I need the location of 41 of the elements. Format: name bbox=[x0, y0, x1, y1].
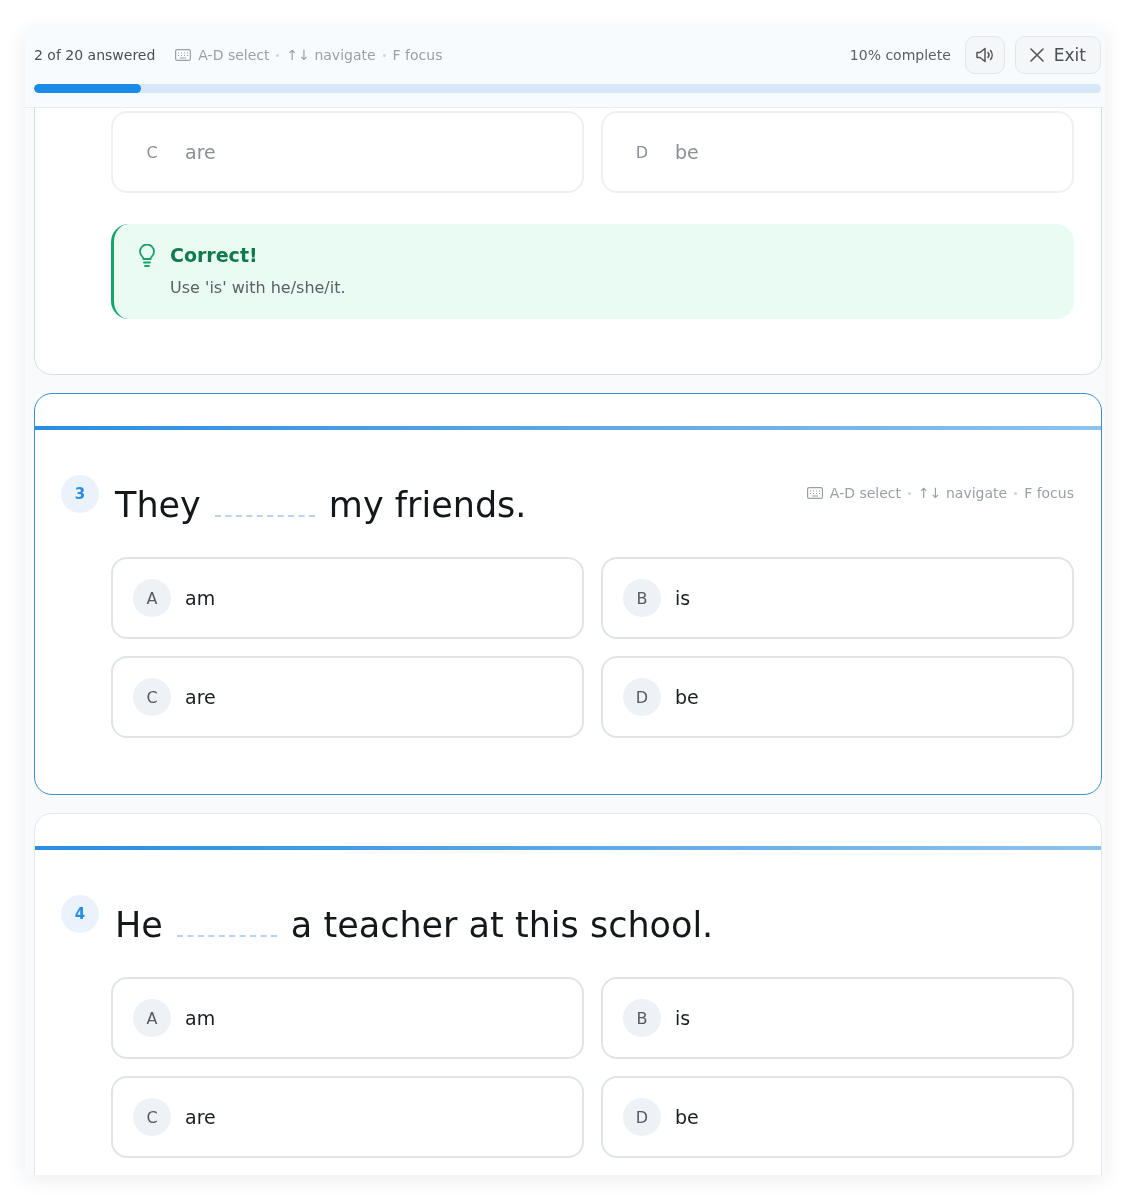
answer-option[interactable]: D be bbox=[601, 656, 1074, 738]
shortcut-hint: ↑↓ navigate bbox=[286, 47, 376, 63]
question-number: 4 bbox=[61, 895, 99, 933]
speaker-icon bbox=[974, 46, 995, 64]
keyboard-icon bbox=[175, 49, 192, 61]
question-text: my friends. bbox=[328, 485, 527, 525]
answer-option[interactable]: A am bbox=[111, 977, 584, 1059]
answer-option[interactable]: C are bbox=[111, 1076, 584, 1158]
question-text: He bbox=[115, 905, 163, 945]
option-letter: C bbox=[133, 1098, 171, 1136]
option-letter: B bbox=[623, 579, 661, 617]
answer-option[interactable]: D be bbox=[601, 1076, 1074, 1158]
shortcut-hint: A-D select bbox=[198, 47, 270, 63]
shortcut-hint: F focus bbox=[1024, 485, 1074, 501]
answered-count: 2 of 20 answered bbox=[34, 47, 156, 63]
option-letter: C bbox=[145, 141, 159, 164]
option-letter: D bbox=[634, 141, 650, 164]
feedback-title: Correct! bbox=[170, 244, 259, 266]
question-text: They bbox=[115, 485, 201, 525]
shortcut-hint: A-D select bbox=[829, 485, 901, 501]
answer-option[interactable]: C are bbox=[111, 656, 584, 738]
answer-option[interactable]: B is bbox=[601, 557, 1074, 639]
answer-option[interactable]: A am bbox=[111, 557, 584, 639]
question-text: a teacher at this school. bbox=[290, 905, 714, 945]
option-letter: D bbox=[623, 678, 661, 716]
option-letter: A bbox=[133, 579, 171, 617]
question-number: 3 bbox=[61, 475, 99, 513]
option-letter: A bbox=[133, 999, 171, 1037]
answer-option[interactable]: B is bbox=[601, 977, 1074, 1059]
feedback-text: Use 'is' with he/she/it. bbox=[170, 278, 346, 297]
shortcut-hint: F focus bbox=[392, 47, 443, 63]
close-icon bbox=[1029, 48, 1044, 62]
option-letter: D bbox=[623, 1098, 661, 1136]
exit-button[interactable]: Exit bbox=[1014, 36, 1101, 74]
lightbulb-icon bbox=[138, 244, 156, 268]
option-letter: B bbox=[623, 999, 661, 1037]
shortcut-hint: ↑↓ navigate bbox=[918, 485, 1008, 501]
keyboard-icon bbox=[806, 487, 823, 499]
sound-button[interactable] bbox=[964, 36, 1005, 74]
completion-text: 10% complete bbox=[849, 47, 951, 63]
option-letter: C bbox=[133, 678, 171, 716]
